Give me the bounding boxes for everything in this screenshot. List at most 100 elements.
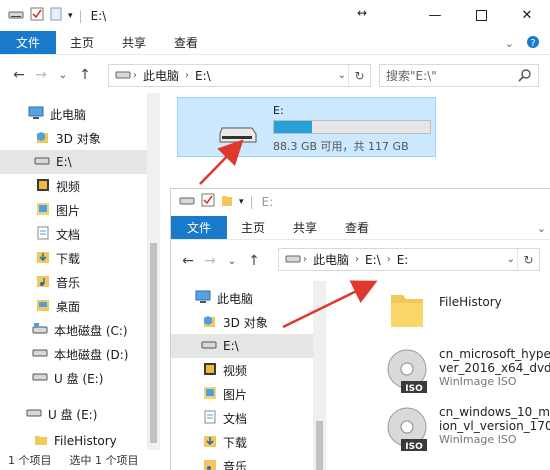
sidebar-scrollbar[interactable] bbox=[147, 93, 160, 450]
iso-disc-icon: ISO bbox=[385, 347, 429, 398]
breadcrumb-drive[interactable]: E:\ bbox=[361, 253, 385, 267]
sidebar-item-documents[interactable]: 文档 bbox=[0, 222, 147, 246]
ribbon-tabs: 文件 主页 共享 查看 ⌄ bbox=[171, 216, 550, 240]
new-folder-icon[interactable] bbox=[221, 193, 233, 210]
tab-home[interactable]: 主页 bbox=[227, 216, 279, 239]
sidebar-item-desktop[interactable]: 桌面 bbox=[0, 294, 147, 318]
address-dropdown-icon[interactable]: ⌄ bbox=[338, 70, 346, 81]
minimize-button[interactable]: — bbox=[412, 0, 458, 31]
sidebar-item-label: 文档 bbox=[223, 411, 248, 426]
breadcrumb-drive[interactable]: E:\ bbox=[191, 69, 215, 83]
resize-handle-icon[interactable]: ↔ bbox=[357, 6, 367, 20]
scrollbar-thumb[interactable] bbox=[150, 243, 157, 443]
sidebar-item-this-pc[interactable]: 此电脑 bbox=[0, 102, 147, 126]
refresh-icon[interactable]: ↻ bbox=[348, 65, 370, 86]
folder-icon bbox=[34, 434, 48, 449]
sidebar-item-documents[interactable]: 文档 bbox=[171, 406, 316, 430]
tab-share[interactable]: 共享 bbox=[279, 216, 331, 239]
back-arrow-icon[interactable]: ← bbox=[8, 67, 30, 83]
properties-icon[interactable] bbox=[201, 193, 215, 210]
sidebar-item-3d-objects[interactable]: 3D 对象 bbox=[0, 126, 147, 150]
sidebar-item-usb-e[interactable]: U 盘 (E:) bbox=[0, 366, 147, 390]
close-button[interactable]: ✕ bbox=[504, 0, 550, 31]
sidebar-item-pictures[interactable]: 图片 bbox=[0, 198, 147, 222]
search-icon[interactable] bbox=[518, 68, 532, 85]
address-bar[interactable]: › 此电脑 › E:\ ⌄ ↻ bbox=[108, 64, 371, 87]
forward-arrow-icon[interactable]: → bbox=[30, 67, 52, 83]
sidebar-item-music[interactable]: 音乐 bbox=[171, 454, 316, 470]
scrollbar-thumb[interactable] bbox=[316, 421, 323, 470]
sidebar-item-this-pc[interactable]: 此电脑 bbox=[171, 286, 316, 310]
file-name-line2: ver_2016_x64_dvd bbox=[439, 361, 550, 375]
desktop-folder-icon bbox=[36, 298, 50, 315]
search-box[interactable]: 搜索"E:\" bbox=[379, 64, 539, 87]
ribbon-tabs: 文件 主页 共享 查看 ⌄ ? bbox=[0, 31, 550, 55]
maximize-button[interactable] bbox=[458, 0, 504, 31]
tab-view[interactable]: 查看 bbox=[160, 31, 212, 54]
refresh-icon[interactable]: ↻ bbox=[517, 249, 539, 270]
help-icon[interactable]: ? bbox=[526, 35, 540, 52]
downloads-folder-icon bbox=[36, 250, 50, 267]
drive-capacity: 88.3 GB 可用，共 117 GB bbox=[273, 140, 409, 153]
recent-dropdown-icon[interactable]: ⌄ bbox=[221, 256, 243, 267]
up-arrow-icon[interactable]: ↑ bbox=[74, 67, 96, 83]
tab-file[interactable]: 文件 bbox=[171, 216, 228, 239]
drive-icon[interactable] bbox=[8, 9, 24, 23]
file-item-iso-1[interactable]: ISO cn_microsoft_hype ver_2016_x64_dvd W… bbox=[385, 347, 550, 398]
chevron-right-icon[interactable]: › bbox=[353, 254, 361, 265]
chevron-down-icon[interactable]: ⌄ bbox=[505, 37, 514, 50]
new-folder-icon[interactable] bbox=[50, 7, 62, 24]
file-item-iso-2[interactable]: ISO cn_windows_10_m ion_vl_version_170 W… bbox=[385, 405, 550, 456]
tab-home[interactable]: 主页 bbox=[56, 31, 108, 54]
sidebar-item-label: 图片 bbox=[223, 387, 248, 402]
sidebar-item-label: 音乐 bbox=[223, 459, 248, 470]
sidebar-item-drive-e[interactable]: E:\ bbox=[0, 150, 147, 174]
breadcrumb-this-pc[interactable]: 此电脑 bbox=[139, 67, 183, 84]
status-item-count: 1 个项目 bbox=[8, 454, 52, 467]
tab-share[interactable]: 共享 bbox=[108, 31, 160, 54]
sidebar-item-pictures[interactable]: 图片 bbox=[171, 382, 316, 406]
address-bar[interactable]: › 此电脑 › E:\ › E: ⌄ ↻ bbox=[278, 248, 540, 271]
back-arrow-icon[interactable]: ← bbox=[177, 253, 199, 269]
drive-tile-e[interactable]: E: 88.3 GB 可用，共 117 GB bbox=[177, 97, 436, 157]
sidebar-item-videos[interactable]: 视频 bbox=[171, 358, 316, 382]
address-dropdown-icon[interactable]: ⌄ bbox=[507, 254, 515, 265]
chevron-right-icon[interactable]: › bbox=[131, 70, 139, 81]
chevron-right-icon[interactable]: › bbox=[301, 254, 309, 265]
drive-icon bbox=[32, 347, 48, 361]
sidebar-item-videos[interactable]: 视频 bbox=[0, 174, 147, 198]
file-item-filehistory[interactable]: FileHistory bbox=[389, 287, 502, 332]
breadcrumb-this-pc[interactable]: 此电脑 bbox=[309, 251, 353, 268]
sidebar-item-downloads[interactable]: 下载 bbox=[171, 430, 316, 454]
qat-dropdown-icon[interactable]: ▾ bbox=[68, 11, 73, 21]
sidebar-item-drive-e[interactable]: E:\ bbox=[171, 334, 316, 358]
sidebar-item-drive-c[interactable]: 本地磁盘 (C:) bbox=[0, 318, 147, 342]
sidebar-item-usb-e-root[interactable]: U 盘 (E:) bbox=[0, 402, 147, 426]
music-folder-icon bbox=[203, 458, 217, 470]
tab-view[interactable]: 查看 bbox=[331, 216, 383, 239]
sidebar-item-music[interactable]: 音乐 bbox=[0, 270, 147, 294]
chevron-right-icon[interactable]: › bbox=[385, 254, 393, 265]
sidebar-item-downloads[interactable]: 下载 bbox=[0, 246, 147, 270]
chevron-right-icon[interactable]: › bbox=[183, 70, 191, 81]
explorer-window-e-sub: ▾ | E: 文件 主页 共享 查看 ⌄ ← → ⌄ ↑ › 此电脑 › E:\… bbox=[170, 188, 550, 470]
sidebar-item-drive-d[interactable]: 本地磁盘 (D:) bbox=[0, 342, 147, 366]
recent-dropdown-icon[interactable]: ⌄ bbox=[52, 70, 74, 81]
drive-c-icon bbox=[32, 322, 48, 338]
3d-objects-icon bbox=[203, 314, 217, 331]
sidebar-item-filehistory[interactable]: FileHistory bbox=[0, 429, 147, 450]
drive-icon[interactable] bbox=[179, 195, 195, 209]
sidebar-scrollbar[interactable] bbox=[313, 281, 326, 470]
ribbon-controls: ⌄ ? bbox=[505, 31, 540, 55]
chevron-down-icon[interactable]: ⌄ bbox=[537, 222, 546, 235]
tab-file[interactable]: 文件 bbox=[0, 31, 57, 54]
up-arrow-icon[interactable]: ↑ bbox=[243, 253, 265, 269]
status-selected-count: 选中 1 个项目 bbox=[69, 454, 139, 467]
sidebar-item-3d-objects[interactable]: 3D 对象 bbox=[171, 310, 316, 334]
forward-arrow-icon[interactable]: → bbox=[199, 253, 221, 269]
drive-icon bbox=[115, 69, 131, 83]
breadcrumb-sub[interactable]: E: bbox=[393, 253, 413, 267]
qat-dropdown-icon[interactable]: ▾ bbox=[239, 197, 244, 207]
title-bar: ▾ | E:\ ↔ — ✕ bbox=[0, 0, 550, 31]
properties-icon[interactable] bbox=[30, 7, 44, 24]
